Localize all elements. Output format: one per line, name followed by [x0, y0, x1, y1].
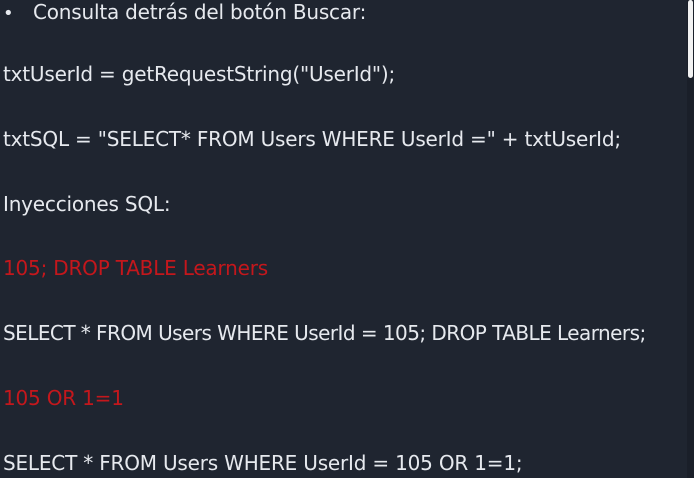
bullet-icon: •	[3, 3, 14, 24]
vertical-scrollbar[interactable]	[687, 0, 694, 478]
slide-content: • Consulta detrás del botón Buscar: txtUs…	[0, 0, 694, 478]
payload-or-true: 105 OR 1=1	[3, 386, 124, 410]
injections-label: Inyecciones SQL:	[3, 192, 171, 216]
code-line-userid: txtUserId = getRequestString("UserId");	[3, 62, 396, 86]
resulting-query-drop-table: SELECT * FROM Users WHERE UserId = 105; …	[3, 321, 646, 345]
payload-drop-table: 105; DROP TABLE Learners	[3, 256, 268, 280]
resulting-query-or-true: SELECT * FROM Users WHERE UserId = 105 O…	[3, 451, 523, 475]
scrollbar-thumb[interactable]	[688, 0, 693, 78]
code-line-sql: txtSQL = "SELECT* FROM Users WHERE UserI…	[3, 127, 621, 151]
heading-text: Consulta detrás del botón Buscar:	[33, 0, 367, 24]
heading-line: • Consulta detrás del botón Buscar:	[3, 0, 366, 26]
